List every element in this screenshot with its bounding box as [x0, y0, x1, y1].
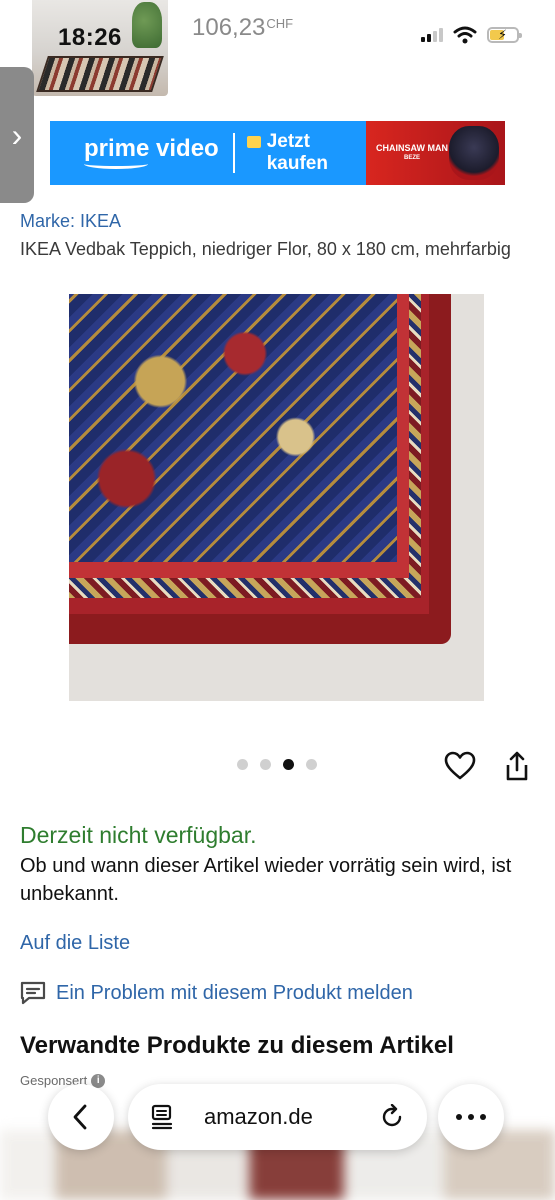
header-price: 106,23CHF — [192, 14, 294, 41]
rug-thumbnail-image — [36, 56, 164, 92]
side-panel-handle[interactable]: › — [0, 67, 34, 203]
carousel-dot-active[interactable] — [283, 759, 294, 770]
product-title: IKEA Vedbak Teppich, niedriger Flor, 80 … — [20, 239, 511, 259]
prime-video-ad-banner[interactable]: prime video Jetzt kaufen CHAINSAW MAN BEZE — [50, 121, 505, 185]
availability-note: Ob und wann dieser Artikel wieder vorrät… — [20, 855, 512, 905]
availability-status: Derzeit nicht verfügbar. — [20, 822, 257, 848]
ad-cta: Jetzt kaufen — [246, 131, 328, 175]
ad-show-artwork: CHAINSAW MAN BEZE — [366, 121, 505, 185]
reader-mode-icon[interactable] — [150, 1104, 174, 1130]
add-to-list-link[interactable]: Auf die Liste — [20, 932, 130, 955]
shopping-bag-icon — [246, 136, 261, 148]
image-carousel-dots[interactable] — [237, 759, 317, 770]
plant-image — [132, 2, 162, 48]
brand-link[interactable]: Marke: IKEA — [20, 211, 121, 232]
related-products-heading: Verwandte Produkte zu diesem Artikel — [20, 1032, 454, 1059]
cellular-signal-icon — [421, 28, 443, 42]
battery-icon: ⚡ — [487, 27, 522, 43]
chevron-left-icon — [73, 1104, 87, 1130]
heart-icon[interactable] — [444, 751, 476, 781]
address-bar[interactable]: amazon.de — [128, 1084, 427, 1150]
prime-video-logo: prime video — [84, 137, 219, 169]
report-problem-link[interactable]: Ein Problem mit diesem Produkt melden — [20, 981, 413, 1005]
chevron-right-icon: › — [11, 116, 23, 153]
status-icons: ⚡ — [421, 26, 522, 44]
rug-image — [69, 294, 451, 644]
more-dots-icon — [456, 1114, 486, 1120]
show-character-image — [449, 126, 499, 180]
feedback-icon — [20, 981, 46, 1005]
reload-icon[interactable] — [379, 1104, 405, 1130]
product-image[interactable] — [69, 294, 484, 701]
back-button[interactable] — [48, 1084, 114, 1150]
wifi-icon — [453, 26, 477, 44]
url-text[interactable]: amazon.de — [204, 1104, 313, 1130]
carousel-dot[interactable] — [306, 759, 317, 770]
carousel-dot[interactable] — [260, 759, 271, 770]
ad-divider — [232, 133, 235, 173]
more-options-button[interactable] — [438, 1084, 504, 1150]
status-time: 18:26 — [58, 24, 122, 51]
carousel-dot[interactable] — [237, 759, 248, 770]
share-icon[interactable] — [503, 750, 531, 782]
